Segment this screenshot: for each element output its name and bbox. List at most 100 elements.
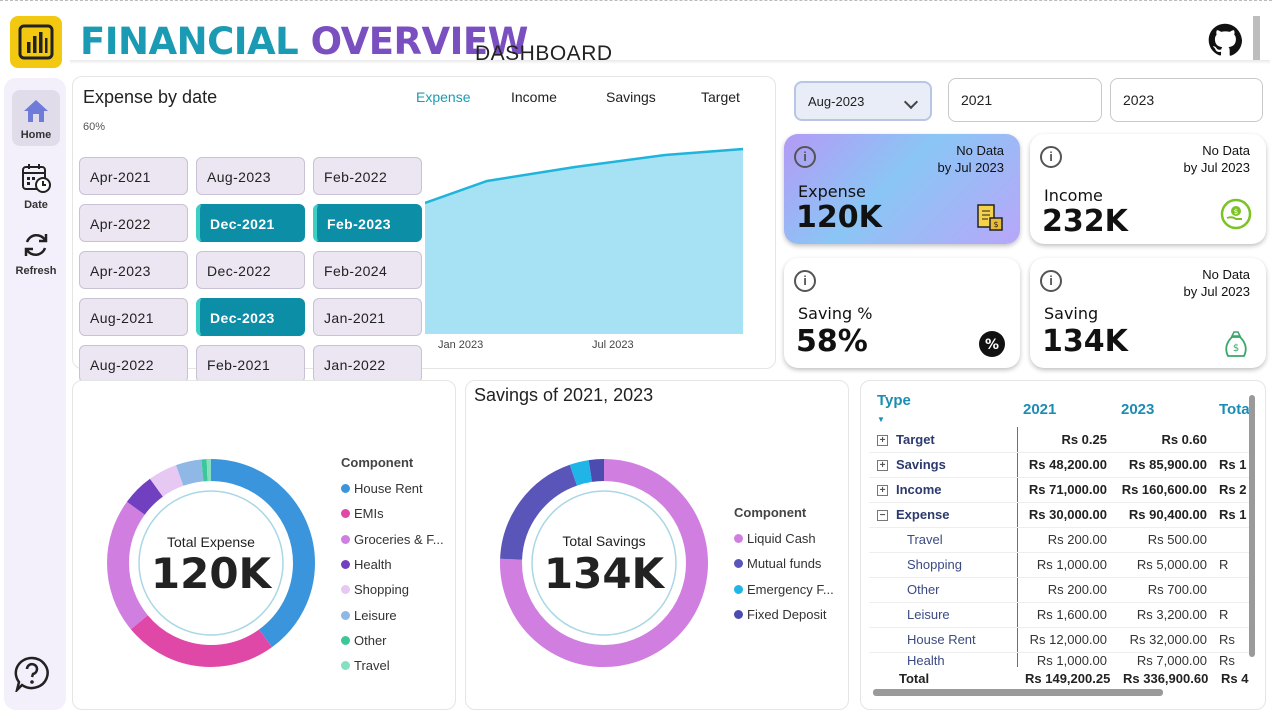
row-2023-cell: Rs 500.00: [1115, 527, 1215, 553]
year2-filter[interactable]: 2023: [1110, 78, 1263, 122]
kpi-no-data: No Data by Jul 2023: [1184, 266, 1251, 300]
row-type-label: Savings: [896, 457, 946, 472]
row-type-cell: + Income: [869, 477, 1017, 503]
calendar-icon: [22, 164, 51, 193]
legend-item[interactable]: Emergency F...: [734, 577, 834, 602]
matrix-vertical-scrollbar[interactable]: [1249, 395, 1255, 657]
matrix-header-2023[interactable]: 2023: [1115, 391, 1215, 427]
info-icon[interactable]: i: [794, 270, 816, 292]
kpi-value: 232K: [1042, 204, 1128, 239]
legend-item[interactable]: Fixed Deposit: [734, 602, 834, 627]
slicer-item[interactable]: Apr-2023: [79, 251, 188, 289]
slicer-item[interactable]: Jan-2022: [313, 345, 422, 383]
matrix-header-type[interactable]: Type ▼: [869, 391, 1017, 427]
row-type-cell: − Expense: [869, 502, 1017, 528]
slicer-item[interactable]: Aug-2022: [79, 345, 188, 383]
slicer-item-selected[interactable]: Feb-2023: [313, 204, 422, 242]
tab-savings[interactable]: Savings: [606, 89, 656, 105]
legend-item[interactable]: Health: [341, 552, 444, 577]
year1-filter[interactable]: 2021: [948, 78, 1102, 122]
kpi-saving-pct-card: i Saving % 58% %: [784, 258, 1020, 368]
legend-dot: [341, 585, 350, 595]
expand-icon[interactable]: +: [877, 460, 888, 472]
sidebar-item-home[interactable]: Home: [12, 90, 60, 146]
matrix-header-2021[interactable]: 2021: [1017, 391, 1115, 427]
expand-icon[interactable]: +: [877, 434, 888, 446]
legend-item[interactable]: Mutual funds: [734, 551, 834, 576]
info-icon[interactable]: i: [1040, 146, 1062, 168]
legend-item[interactable]: Shopping: [341, 577, 444, 602]
slicer-item[interactable]: Feb-2022: [313, 157, 422, 195]
page-title: FINANCIAL OVERVIEW: [80, 20, 529, 63]
percent-icon: %: [979, 331, 1005, 357]
slicer-item[interactable]: Jan-2021: [313, 298, 422, 336]
kpi-label: Expense: [798, 182, 866, 201]
donut-center-value: 120K: [150, 549, 272, 598]
table-row: + Target Rs 0.25 Rs 0.60: [869, 427, 1255, 453]
slicer-item[interactable]: Dec-2022: [196, 251, 305, 289]
no-data-text: No Data: [1202, 267, 1250, 282]
row-2023-cell: Rs 5,000.00: [1115, 552, 1215, 578]
legend-dot: [341, 560, 350, 570]
row-type-cell: Health: [869, 652, 1017, 669]
legend-item[interactable]: Liquid Cash: [734, 526, 834, 551]
legend-label: Other: [354, 632, 387, 648]
no-data-text: No Data: [956, 143, 1004, 158]
slicer-item[interactable]: Apr-2022: [79, 204, 188, 242]
legend-title: Component: [734, 505, 807, 520]
savings-components-card: Savings of 2021, 2023 Total Savings 134K…: [465, 380, 849, 710]
row-type-cell: + Savings: [869, 452, 1017, 478]
tab-label: Income: [511, 89, 557, 105]
x-tick-jan-2023: Jan 2023: [438, 339, 484, 351]
legend-item[interactable]: Groceries & F...: [341, 527, 444, 552]
legend-dot: [341, 509, 350, 519]
expand-icon[interactable]: +: [877, 485, 888, 497]
sidebar-item-date[interactable]: Date: [12, 162, 60, 211]
github-icon[interactable]: [1208, 23, 1242, 57]
month-dropdown[interactable]: Aug-2023: [794, 81, 932, 121]
slicer-item[interactable]: Aug-2021: [79, 298, 188, 336]
legend-item[interactable]: Other: [341, 628, 444, 653]
legend-label: Health: [354, 557, 392, 573]
legend-dot: [341, 484, 350, 494]
legend-label: House Rent: [354, 481, 423, 497]
info-icon[interactable]: i: [794, 146, 816, 168]
legend-label: Fixed Deposit: [747, 607, 827, 623]
slicer-item[interactable]: Aug-2023: [196, 157, 305, 195]
row-2023-cell: Rs 160,600.00: [1115, 477, 1215, 503]
sidebar-item-refresh[interactable]: Refresh: [12, 230, 60, 277]
slicer-item-selected[interactable]: Dec-2021: [196, 204, 305, 242]
table-row: Leisure Rs 1,600.00 Rs 3,200.00 R: [869, 602, 1255, 628]
tab-expense[interactable]: Expense: [416, 89, 470, 105]
date-slicer: Apr-2021 Aug-2023 Feb-2022 Apr-2022 Dec-…: [78, 156, 424, 388]
slicer-item[interactable]: Apr-2021: [79, 157, 188, 195]
collapse-icon[interactable]: −: [877, 510, 888, 522]
legend-item[interactable]: House Rent: [341, 476, 444, 501]
legend-dot: [341, 534, 350, 544]
slicer-item[interactable]: Feb-2021: [196, 345, 305, 383]
matrix-horizontal-scrollbar[interactable]: [873, 689, 1163, 696]
slicer-item[interactable]: Feb-2024: [313, 251, 422, 289]
area-fill: [425, 149, 743, 334]
legend-label: Shopping: [354, 582, 409, 598]
row-2021-cell: Rs 1,000.00: [1016, 652, 1115, 669]
sidebar: Home Date Refresh: [4, 78, 66, 710]
legend-item[interactable]: EMIs: [341, 501, 444, 526]
legend-label: Travel: [354, 658, 390, 674]
help-icon[interactable]: [14, 656, 50, 695]
info-icon[interactable]: i: [1040, 270, 1062, 292]
header-divider: [1253, 16, 1260, 60]
legend-item[interactable]: Leisure: [341, 602, 444, 627]
kpi-value: 58%: [796, 324, 868, 359]
legend-item[interactable]: Travel: [341, 653, 444, 678]
tab-income[interactable]: Income: [511, 89, 557, 105]
savings-chart-title: Savings of 2021, 2023: [474, 385, 654, 405]
legend-label: Mutual funds: [747, 556, 822, 572]
row-2023-cell: Rs 0.60: [1115, 427, 1215, 453]
row-type-cell: Other: [869, 577, 1017, 603]
tab-target[interactable]: Target: [701, 89, 740, 105]
row-type-label: Target: [896, 431, 935, 447]
row-2021-cell: Rs 200.00: [1016, 527, 1115, 553]
slicer-item-selected[interactable]: Dec-2023: [196, 298, 305, 336]
table-row: Health Rs 1,000.00 Rs 7,000.00 Rs: [869, 652, 1255, 669]
